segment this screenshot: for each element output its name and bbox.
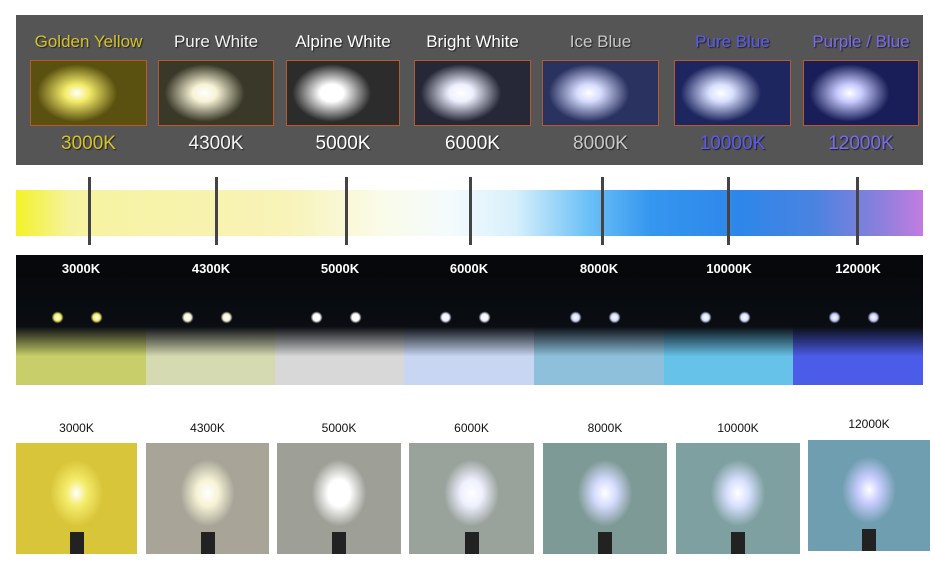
- night-road-photo: 4300K: [146, 255, 276, 385]
- headlight-thumbnail: [803, 60, 919, 126]
- spectrum-marker: [601, 177, 604, 245]
- bulb-kelvin-label: 5000K: [321, 421, 357, 435]
- spectrum-marker: [88, 177, 91, 245]
- color-name-label: Purple / Blue: [812, 32, 910, 51]
- hid-bulb-photo: [808, 440, 930, 551]
- color-name-label: Pure White: [173, 32, 259, 51]
- kelvin-label: 10000K: [699, 133, 766, 154]
- hid-bulb-photo: [277, 443, 401, 554]
- night-kelvin-label: 4300K: [191, 261, 231, 276]
- hid-bulb-photo: [146, 443, 269, 554]
- color-temperature-panel: Golden Yellow 3000K Pure White 4300K Alpine …: [16, 15, 923, 165]
- hid-bulb-photo: [409, 443, 534, 554]
- bulb-kelvin-label: 12000K: [848, 417, 890, 431]
- headlight-thumbnail: [542, 60, 659, 126]
- headlight-thumbnail: [30, 60, 147, 126]
- spectrum-marker: [727, 177, 730, 245]
- kelvin-label: 8000K: [573, 133, 628, 154]
- headlight-thumbnail: [158, 60, 274, 126]
- color-name-label: Golden Yellow: [34, 32, 143, 51]
- night-road-photo: 5000K: [275, 255, 405, 385]
- kelvin-label: 3000K: [61, 133, 116, 154]
- night-road-photo: 3000K: [16, 255, 146, 385]
- headlight-thumbnail: [414, 60, 531, 126]
- bulb-kelvin-label: 4300K: [190, 421, 225, 435]
- hid-bulb-photo: [676, 443, 800, 554]
- color-name-label: Pure Blue: [695, 32, 770, 51]
- spectrum-marker: [856, 177, 859, 245]
- bulb-kelvin-label: 10000K: [717, 421, 759, 435]
- headlight-thumbnail: [674, 60, 791, 126]
- night-kelvin-label: 5000K: [320, 261, 360, 276]
- spectrum-marker: [215, 177, 218, 245]
- night-road-photo: 12000K: [793, 255, 923, 385]
- night-road-photo: 6000K: [404, 255, 534, 385]
- spectrum-marker: [469, 177, 472, 245]
- night-kelvin-label: 3000K: [61, 261, 101, 276]
- spectrum-marker: [345, 177, 348, 245]
- night-road-photo: 8000K: [534, 255, 664, 385]
- night-kelvin-label: 8000K: [579, 261, 619, 276]
- night-kelvin-label: 6000K: [449, 261, 489, 276]
- headlight-thumbnail: [286, 60, 400, 126]
- night-road-photo: 10000K: [664, 255, 794, 385]
- bulb-kelvin-label: 3000K: [59, 421, 94, 435]
- color-name-label: Ice Blue: [569, 32, 632, 51]
- kelvin-label: 4300K: [188, 133, 244, 154]
- night-kelvin-label: 10000K: [706, 261, 752, 276]
- bulb-kelvin-label: 6000K: [454, 421, 489, 435]
- bulb-kelvin-label: 8000K: [587, 421, 623, 435]
- kelvin-label: 5000K: [315, 133, 371, 154]
- color-name-label: Alpine White: [295, 32, 391, 51]
- hid-bulb-photo: [543, 443, 667, 554]
- kelvin-label: 6000K: [445, 133, 500, 154]
- night-kelvin-label: 12000K: [835, 261, 881, 276]
- color-name-label: Bright White: [426, 32, 519, 51]
- kelvin-label: 12000K: [828, 133, 894, 154]
- hid-bulb-photo: [16, 443, 137, 554]
